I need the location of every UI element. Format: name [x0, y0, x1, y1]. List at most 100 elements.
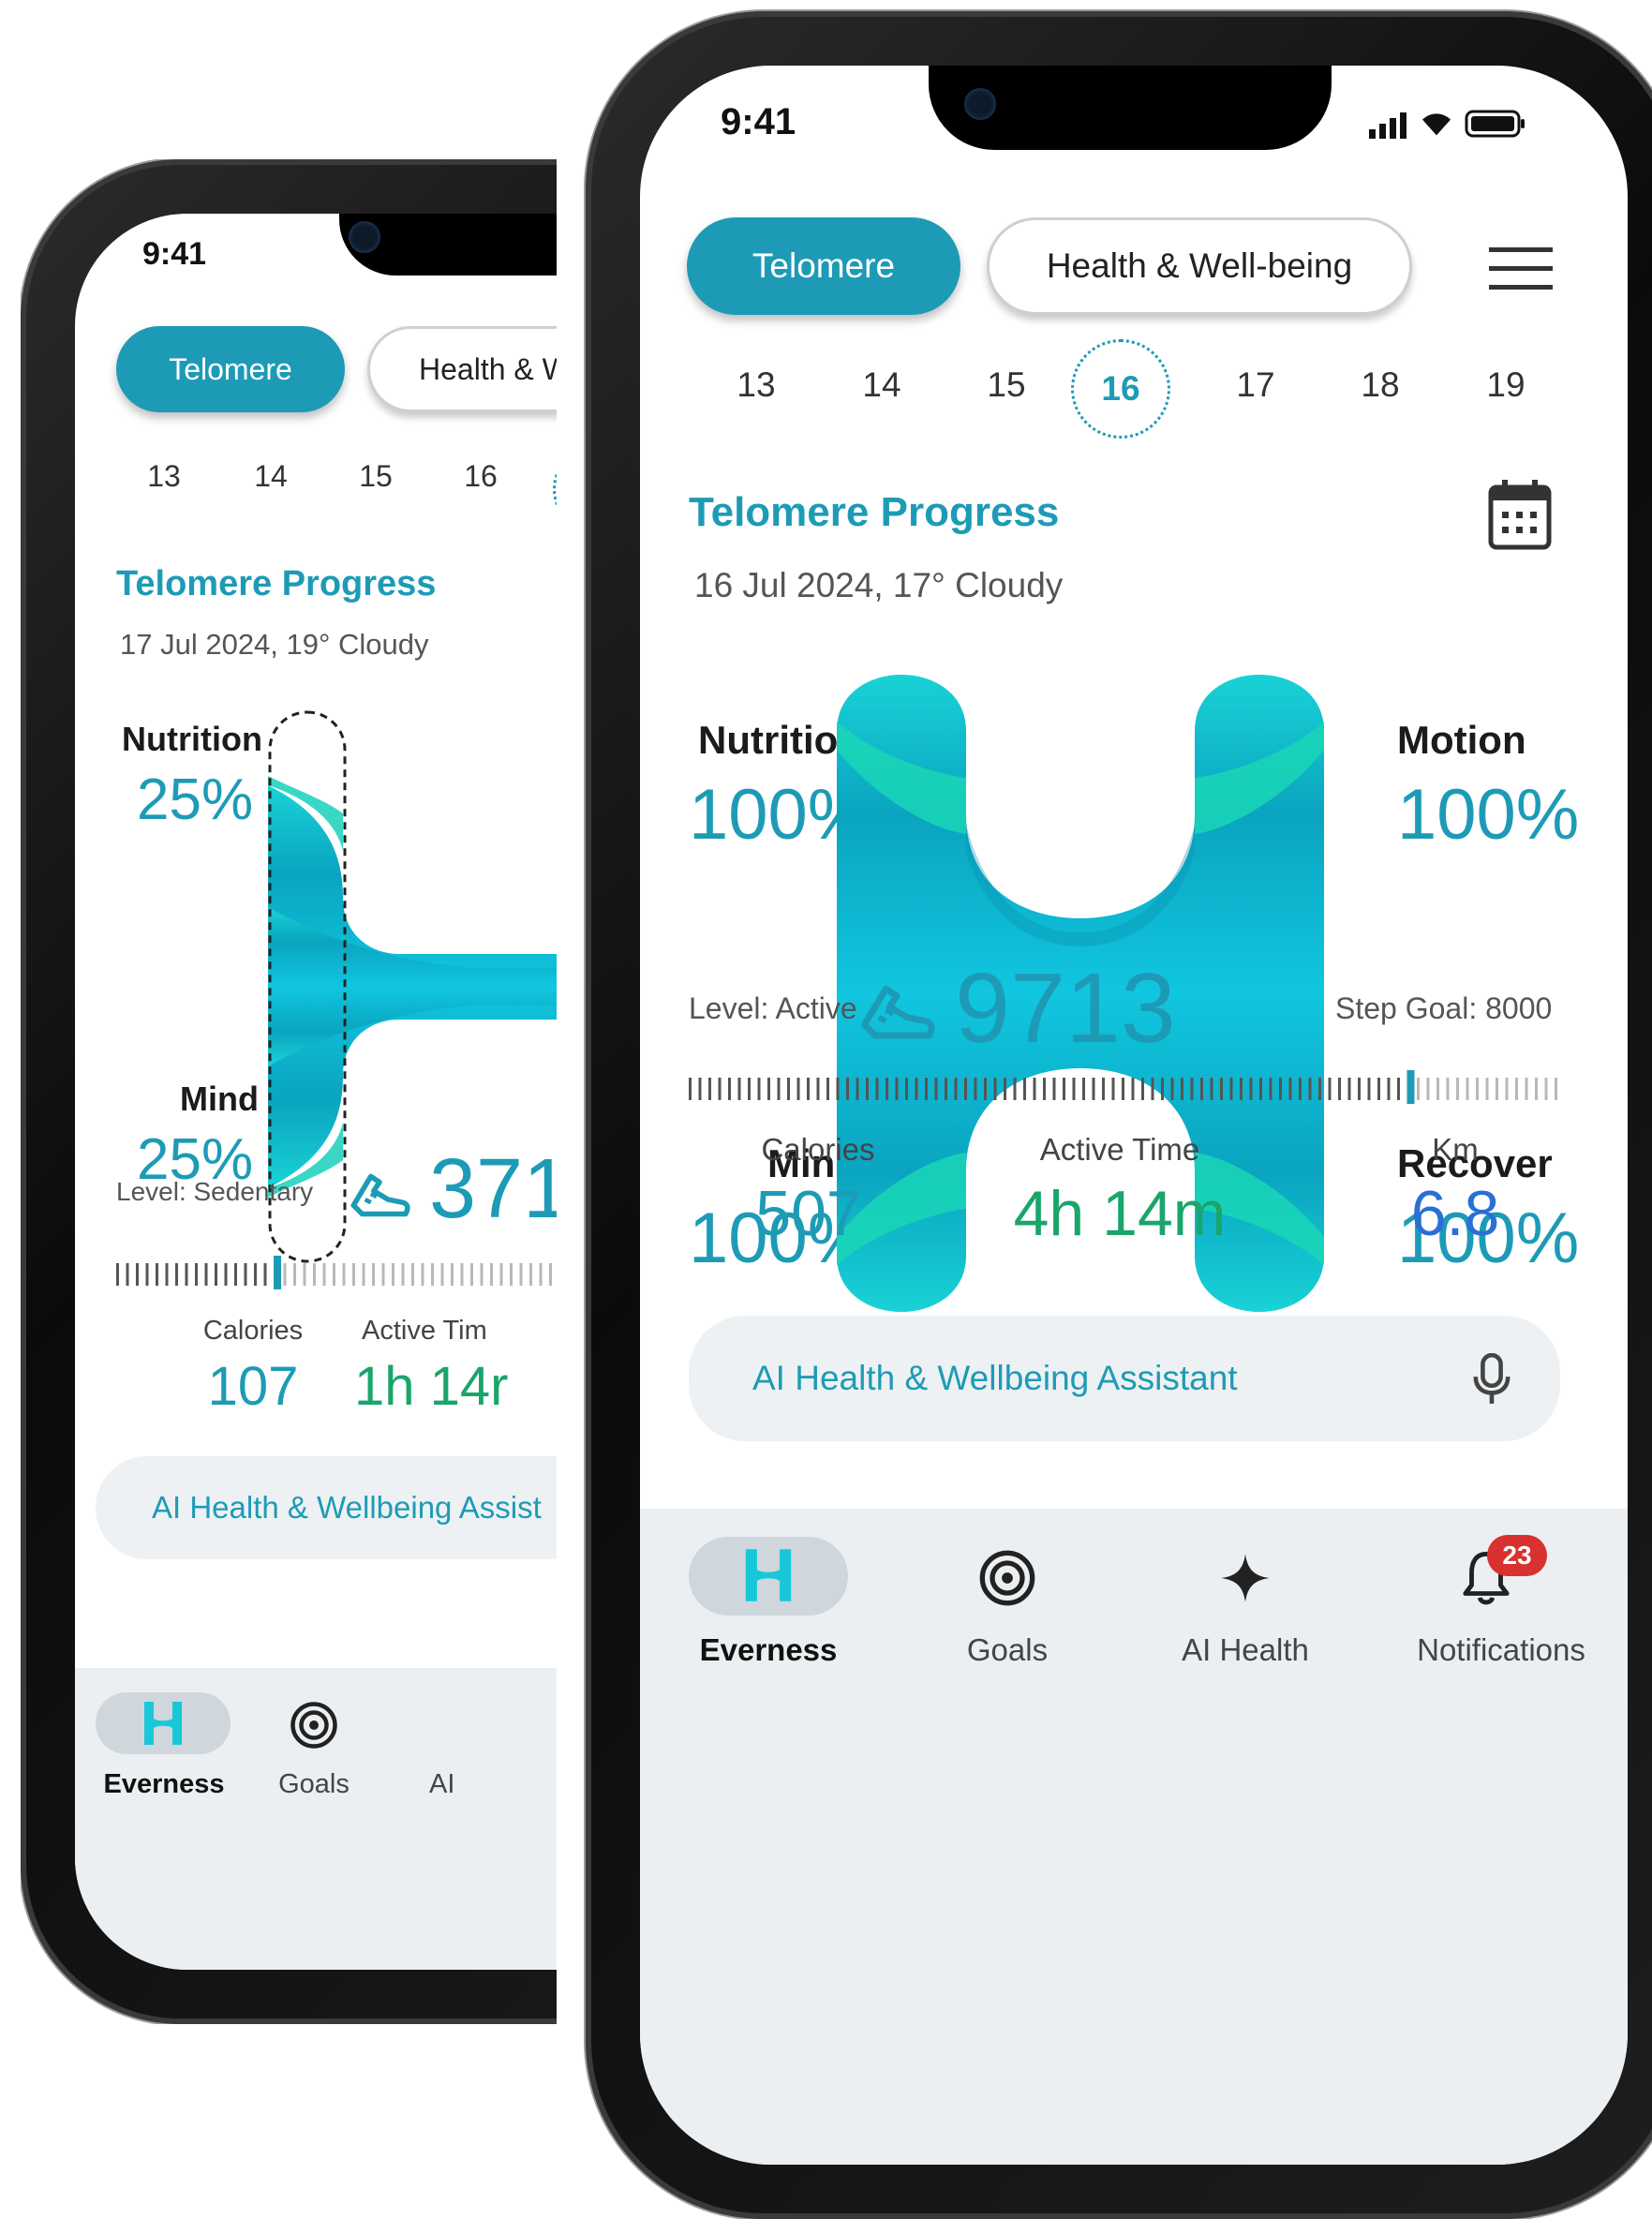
back-active-time-label: Active Tim: [362, 1316, 487, 1346]
back-tick: [510, 1263, 513, 1286]
tab-health-wellbeing[interactable]: Health & Well-being: [987, 217, 1412, 315]
battery-icon: [1465, 110, 1525, 138]
calendar-icon[interactable]: [1487, 478, 1553, 551]
back-tab-health[interactable]: Health & W: [367, 326, 557, 412]
front-tick: [905, 1078, 908, 1100]
back-status-time: 9:41: [142, 236, 207, 272]
front-tick: [1249, 1078, 1253, 1100]
front-tick: [1279, 1078, 1282, 1100]
back-tick: [204, 1263, 208, 1286]
front-tick: [836, 1078, 840, 1100]
back-tick: [234, 1263, 237, 1286]
front-tick: [1436, 1078, 1439, 1100]
front-tick: [1111, 1078, 1115, 1100]
front-tick: [1052, 1078, 1056, 1100]
back-camera-icon: [349, 221, 380, 253]
front-tick: [698, 1078, 702, 1100]
back-nutrition-value: 25%: [137, 767, 254, 832]
back-date-16[interactable]: 16: [457, 459, 504, 494]
front-tick: [875, 1078, 879, 1100]
goals-target-icon[interactable]: [977, 1548, 1037, 1608]
front-tick: [895, 1078, 899, 1100]
back-tick: [254, 1263, 257, 1286]
front-tick: [886, 1078, 888, 1100]
back-tick: [549, 1263, 552, 1286]
date-17[interactable]: 17: [1222, 365, 1289, 405]
back-nav-goals-label[interactable]: Goals: [244, 1769, 384, 1800]
front-tick: [1347, 1078, 1351, 1100]
back-everness-logo-icon: [144, 1702, 182, 1745]
back-tick: [126, 1263, 129, 1286]
front-tick: [1417, 1078, 1420, 1100]
front-tick: [856, 1078, 859, 1100]
front-tick: [964, 1078, 967, 1100]
front-tick: [767, 1078, 770, 1100]
front-tick: [1131, 1078, 1135, 1100]
back-tab-telomere[interactable]: Telomere: [116, 326, 345, 412]
back-tick: [342, 1263, 346, 1286]
back-tick: [303, 1263, 306, 1286]
back-tick: [401, 1263, 405, 1286]
mic-icon[interactable]: [1470, 1353, 1513, 1407]
back-section-title: Telomere Progress: [116, 564, 437, 603]
front-tick: [974, 1078, 977, 1100]
front-tick: [1535, 1078, 1538, 1100]
front-tick: [1515, 1078, 1518, 1100]
date-18[interactable]: 18: [1347, 365, 1414, 405]
front-tick: [846, 1078, 849, 1100]
tab-telomere[interactable]: Telomere: [687, 217, 960, 315]
date-19[interactable]: 19: [1472, 365, 1540, 405]
date-15[interactable]: 15: [973, 365, 1040, 405]
back-tick: [480, 1263, 484, 1286]
calories-label: Calories: [761, 1132, 875, 1167]
wifi-icon: [1422, 113, 1451, 136]
front-tick: [807, 1078, 810, 1100]
back-date-selected-ring: [553, 444, 557, 534]
front-tick: [796, 1078, 800, 1100]
nav-goals-label[interactable]: Goals: [921, 1632, 1094, 1668]
back-phone-screen: 9:41 Telomere Health & W 13 14 15 16 Tel…: [75, 214, 557, 1970]
back-tick: [283, 1263, 287, 1286]
ai-sparkle-icon[interactable]: [1219, 1552, 1272, 1604]
back-date-13[interactable]: 13: [141, 459, 187, 494]
front-tick: [708, 1078, 711, 1100]
front-tick: [1505, 1078, 1509, 1100]
back-tick: [392, 1263, 394, 1286]
back-level-label: Level: Sedentary: [116, 1177, 314, 1206]
assistant-bar[interactable]: AI Health & Wellbeing Assistant: [689, 1316, 1560, 1441]
front-tick: [1200, 1078, 1203, 1100]
nav-ai-health-label[interactable]: AI Health: [1152, 1632, 1339, 1668]
front-tick: [1229, 1078, 1233, 1100]
front-tick: [1043, 1078, 1046, 1100]
front-tick: [1023, 1078, 1026, 1100]
back-tick: [333, 1263, 335, 1286]
front-tick: [1338, 1078, 1341, 1100]
back-date-14[interactable]: 14: [247, 459, 294, 494]
back-tick: [381, 1263, 385, 1286]
everness-logo-icon: [745, 1549, 792, 1601]
front-tick: [737, 1078, 741, 1100]
back-nav-ai-label[interactable]: AI: [429, 1769, 467, 1800]
back-date-15[interactable]: 15: [352, 459, 399, 494]
back-tick: [145, 1263, 149, 1286]
step-count: 9713: [955, 953, 1176, 1064]
nav-notifications-label[interactable]: Notifications: [1393, 1632, 1609, 1668]
step-progress-bar: [689, 1070, 1557, 1104]
front-tick: [1170, 1078, 1174, 1100]
date-14[interactable]: 14: [848, 365, 915, 405]
date-13[interactable]: 13: [722, 365, 790, 405]
back-tick: [293, 1263, 296, 1286]
front-tick: [787, 1078, 790, 1100]
back-tick: [411, 1263, 414, 1286]
front-tick: [728, 1078, 731, 1100]
front-tick: [777, 1078, 781, 1100]
front-tick: [1190, 1078, 1194, 1100]
back-section-subtitle: 17 Jul 2024, 19° Cloudy: [120, 628, 429, 661]
back-tick: [185, 1263, 188, 1286]
back-tick: [263, 1263, 267, 1286]
back-assistant-bar[interactable]: AI Health & Wellbeing Assist: [96, 1456, 557, 1559]
menu-icon[interactable]: [1487, 244, 1555, 292]
front-tick: [1102, 1078, 1105, 1100]
front-tick: [1446, 1078, 1450, 1100]
date-16-selected[interactable]: 16: [1071, 339, 1170, 439]
